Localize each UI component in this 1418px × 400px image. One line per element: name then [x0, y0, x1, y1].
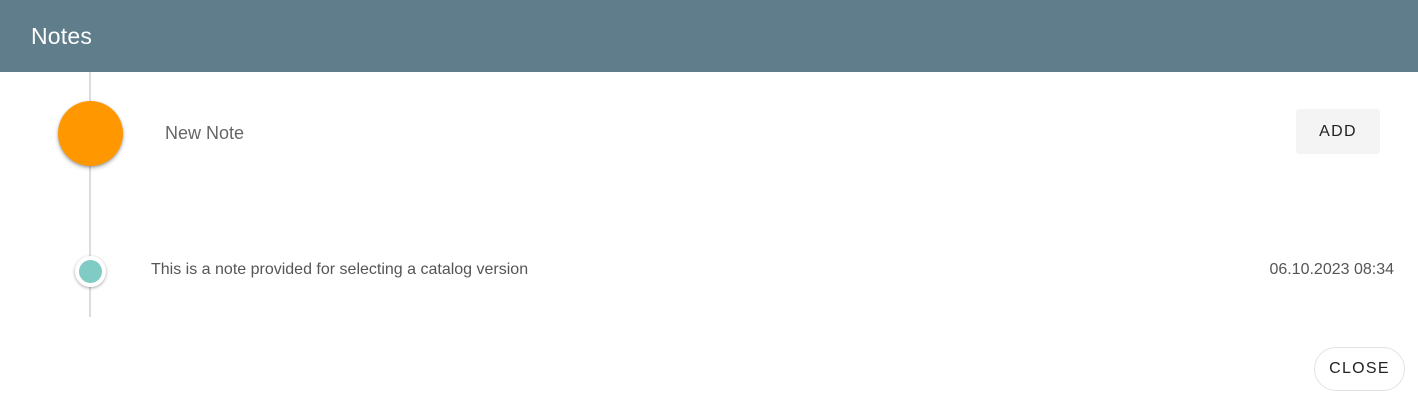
note-marker — [75, 256, 106, 287]
dialog-header: Notes — [0, 0, 1418, 72]
note-timestamp: 06.10.2023 08:34 — [1269, 261, 1394, 278]
note-text: This is a note provided for selecting a … — [151, 261, 529, 278]
new-note-input[interactable] — [165, 118, 1245, 148]
add-note-button[interactable]: ADD — [1296, 109, 1380, 154]
notes-dialog: Notes ADD This is a note provided for se… — [0, 0, 1418, 400]
new-note-marker — [58, 101, 123, 166]
close-button[interactable]: CLOSE — [1314, 347, 1405, 391]
dialog-title: Notes — [31, 22, 93, 49]
